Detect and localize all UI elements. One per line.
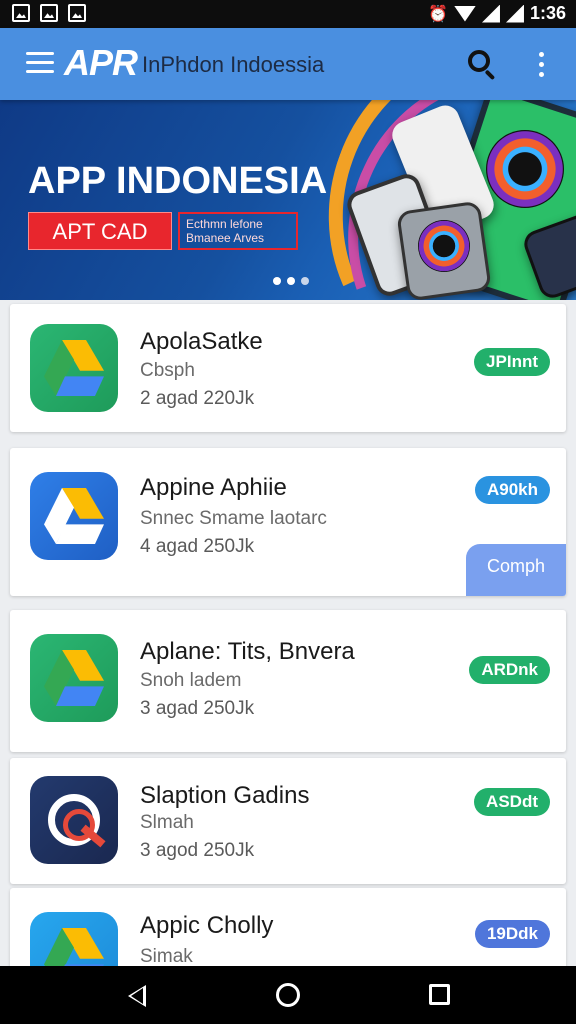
- signal-icon: [481, 4, 500, 23]
- camera-lens-icon: [486, 130, 564, 208]
- app-list-item[interactable]: Aplane: Tits, Bnvera Snoh ladem 3 agad 2…: [10, 610, 566, 752]
- app-category: Cbsph: [140, 360, 195, 381]
- carousel-dot[interactable]: [273, 277, 281, 285]
- image-notification-icon: [12, 4, 30, 22]
- banner-title: APP INDONESIA: [28, 160, 328, 202]
- system-navigation-bar: [0, 966, 576, 1024]
- notification-icons: [12, 4, 86, 22]
- app-icon: [30, 324, 118, 412]
- search-icon[interactable]: [466, 48, 498, 81]
- app-meta: 2 agad 220Jk: [140, 388, 255, 409]
- gallery-notification-icon: [40, 4, 58, 22]
- brand-logo: APR: [64, 42, 138, 83]
- app-category: Snoh ladem: [140, 670, 242, 691]
- app-name: Appic Cholly: [140, 912, 274, 939]
- app-category: Snnec Smame laotarc: [140, 508, 327, 529]
- alarm-icon: ⏰: [428, 5, 448, 23]
- signal-2-icon: [505, 4, 524, 23]
- app-list-item[interactable]: ApolaSatke Cbsph 2 agad 220Jk JPInnt: [10, 304, 566, 432]
- app-list-item[interactable]: Appine Aphiie Snnec Smame laotarc 4 agad…: [10, 448, 566, 596]
- status-bar: ⏰ 1:36: [0, 0, 576, 28]
- app-name: Slaption Gadins: [140, 782, 310, 809]
- app-name: ApolaSatke: [140, 328, 263, 355]
- home-icon[interactable]: [276, 983, 300, 1007]
- carousel-indicator[interactable]: [273, 277, 309, 285]
- install-button[interactable]: ASDdt: [474, 788, 550, 816]
- app-bar: APR InPhdon Indoessia: [0, 28, 576, 100]
- carousel-dot[interactable]: [287, 277, 295, 285]
- install-button[interactable]: A90kh: [474, 476, 550, 504]
- system-icons: ⏰ 1:36: [428, 3, 566, 24]
- app-category: Slmah: [140, 812, 194, 833]
- camera-lens-small-icon: [418, 220, 470, 272]
- recents-icon[interactable]: [429, 984, 450, 1005]
- banner-secondary-button[interactable]: Ecthmn lefone Bmanee Arves: [178, 212, 298, 250]
- wifi-icon: [453, 5, 476, 22]
- app-meta: 3 agod 250Jk: [140, 840, 255, 861]
- app-list-item[interactable]: Slaption Gadins Slmah 3 agod 250Jk ASDdt: [10, 758, 566, 884]
- hamburger-menu-icon[interactable]: [26, 52, 54, 74]
- banner-cta-button[interactable]: APT CAD: [28, 212, 172, 250]
- app-notification-icon: [68, 4, 86, 22]
- install-button[interactable]: 19Ddk: [474, 920, 550, 948]
- more-options-icon[interactable]: [536, 52, 546, 78]
- app-name: Appine Aphiie: [140, 474, 287, 501]
- app-name: Aplane: Tits, Bnvera: [140, 638, 355, 665]
- promo-banner[interactable]: APP INDONESIA APT CAD Ecthmn lefone Bman…: [0, 100, 576, 300]
- install-button[interactable]: JPInnt: [474, 348, 550, 376]
- app-icon: [30, 776, 118, 864]
- clock: 1:36: [529, 3, 566, 23]
- carousel-dot[interactable]: [301, 277, 309, 285]
- app-meta: 4 agad 250Jk: [140, 536, 255, 557]
- app-icon: [30, 472, 118, 560]
- app-icon: [30, 634, 118, 722]
- app-category: Simak: [140, 946, 193, 967]
- back-icon[interactable]: [126, 985, 146, 1007]
- app-title: InPhdon Indoessia: [142, 52, 325, 77]
- install-button[interactable]: ARDnk: [469, 656, 550, 684]
- compare-chip[interactable]: Comph: [466, 544, 566, 596]
- app-meta: 3 agad 250Jk: [140, 698, 255, 719]
